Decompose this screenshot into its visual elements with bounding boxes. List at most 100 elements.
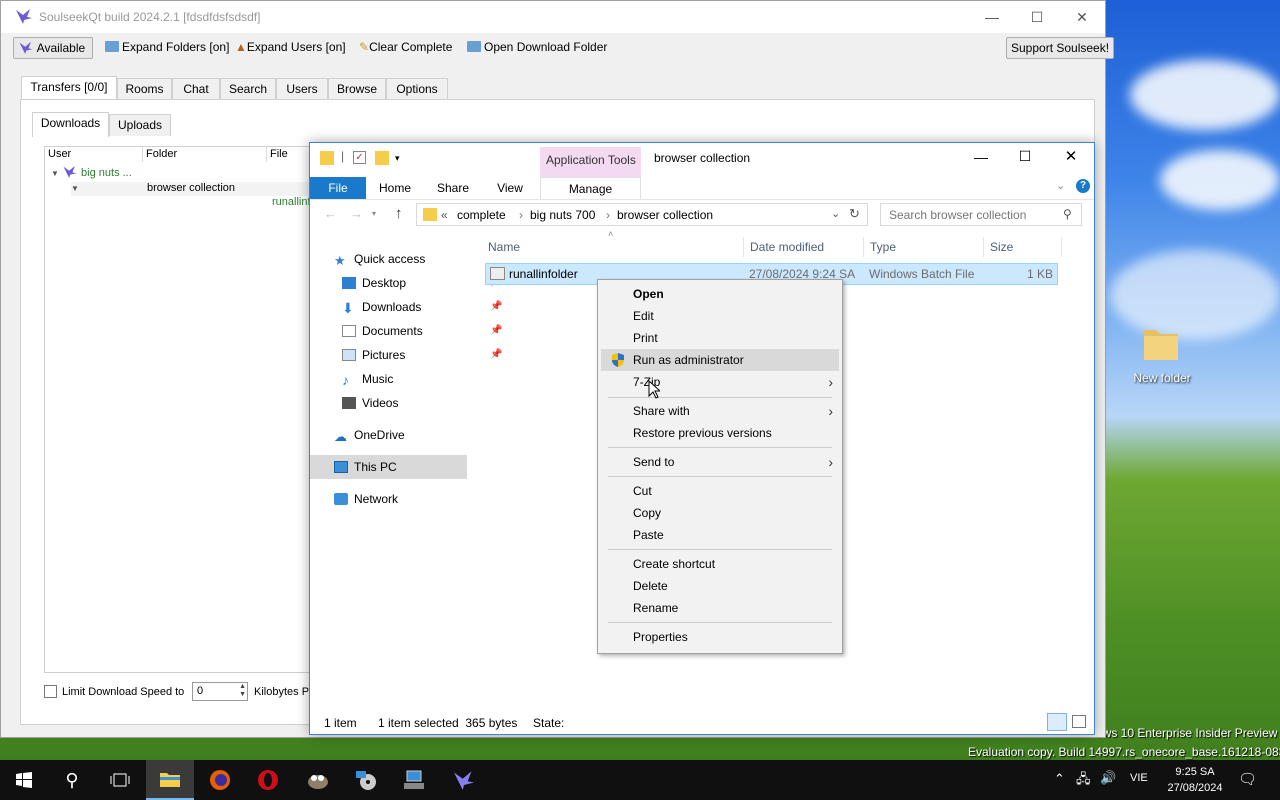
menu-item-edit[interactable]: Edit <box>601 305 839 327</box>
desktop-folder-label[interactable]: New folder <box>1124 371 1200 385</box>
forward-arrow-icon[interactable]: → <box>350 206 363 221</box>
open-download-folder-button[interactable]: Open Download Folder <box>463 37 611 59</box>
close-button[interactable]: ✕ <box>1056 147 1086 165</box>
clock[interactable]: 9:25 SA 27/08/2024 <box>1158 764 1232 796</box>
ribbon-tab-file[interactable]: File <box>310 177 366 199</box>
new-folder-icon[interactable] <box>375 151 389 165</box>
available-button[interactable]: Available <box>13 37 93 59</box>
menu-item-paste[interactable]: Paste <box>601 524 839 546</box>
menu-item-share-with[interactable]: Share with › <box>601 400 839 422</box>
nav-documents[interactable]: Documents 📌 <box>342 319 502 343</box>
nav-quick-access[interactable]: ★ Quick access <box>334 247 494 271</box>
opera-icon[interactable] <box>244 760 292 800</box>
tab-users[interactable]: Users <box>276 78 328 100</box>
tree-user-row[interactable]: ▼ big nuts ... <box>51 165 132 179</box>
details-view-icon[interactable] <box>1047 713 1067 731</box>
search-box[interactable]: Search browser collection ⚲ <box>880 203 1082 226</box>
menu-item-copy[interactable]: Copy <box>601 502 839 524</box>
tree-folder-row[interactable]: ▼ browser collection <box>71 182 311 196</box>
volume-icon[interactable]: 🔊 <box>1100 770 1116 786</box>
search-icon[interactable]: ⚲ <box>48 760 96 800</box>
limit-speed-checkbox[interactable] <box>44 685 57 698</box>
nav-music[interactable]: ♪ Music <box>342 367 502 391</box>
column-size[interactable]: Size <box>984 237 1062 257</box>
tab-downloads[interactable]: Downloads <box>32 112 109 137</box>
ribbon-tab-manage[interactable]: Manage <box>540 177 641 199</box>
tab-uploads[interactable]: Uploads <box>109 114 171 136</box>
qat-dropdown-icon[interactable]: ▾ <box>395 153 400 164</box>
expand-folders-button[interactable]: Expand Folders [on] <box>101 37 233 59</box>
search-icon[interactable]: ⚲ <box>1063 207 1072 221</box>
file-explorer-taskbar-icon[interactable] <box>146 760 194 800</box>
tab-transfers[interactable]: Transfers [0/0] <box>21 76 117 101</box>
column-date-modified[interactable]: Date modified <box>744 237 864 257</box>
large-icons-view-icon[interactable] <box>1072 715 1086 728</box>
menu-item-7zip[interactable]: 7-Zip › <box>601 371 839 393</box>
column-user[interactable]: User <box>45 147 143 162</box>
up-arrow-icon[interactable]: ↑ <box>395 205 403 222</box>
tab-browse[interactable]: Browse <box>328 78 386 100</box>
menu-item-open[interactable]: Open <box>601 283 839 305</box>
nav-pictures[interactable]: Pictures 📌 <box>342 343 502 367</box>
show-hidden-icons-icon[interactable]: ⌃ <box>1054 771 1065 787</box>
input-language[interactable]: VIE <box>1130 772 1148 784</box>
network-status-icon[interactable]: 🖧 <box>1076 770 1091 792</box>
menu-item-restore-previous-versions[interactable]: Restore previous versions <box>601 422 839 444</box>
minimize-button[interactable]: — <box>966 149 996 165</box>
soulseek-taskbar-icon[interactable] <box>440 760 488 800</box>
desktop-folder-icon[interactable] <box>1142 322 1180 362</box>
nav-onedrive[interactable]: ☁ OneDrive <box>334 423 494 447</box>
network-admin-icon[interactable] <box>390 760 438 800</box>
gimp-icon[interactable] <box>294 760 342 800</box>
soulseek-titlebar[interactable]: SoulseekQt build 2024.2.1 [fdsdfdsfsdsdf… <box>1 1 1105 33</box>
ribbon-expand-icon[interactable]: ⌄ <box>1056 179 1065 192</box>
ribbon-tab-share[interactable]: Share <box>428 177 478 199</box>
tab-options[interactable]: Options <box>386 78 448 100</box>
task-view-icon[interactable] <box>96 760 144 800</box>
tab-chat[interactable]: Chat <box>172 78 220 100</box>
firefox-icon[interactable] <box>196 760 244 800</box>
menu-item-properties[interactable]: Properties <box>601 626 839 648</box>
nav-desktop[interactable]: Desktop📌 <box>342 271 502 295</box>
nav-network[interactable]: Network <box>334 487 494 511</box>
support-button[interactable]: Support Soulseek! <box>1006 37 1115 59</box>
column-type[interactable]: Type <box>864 237 984 257</box>
expand-users-button[interactable]: ▲Expand Users [on] <box>231 37 350 59</box>
recent-dropdown-icon[interactable]: ▾ <box>372 209 376 218</box>
notification-center-icon[interactable]: 🗨 <box>1238 770 1257 788</box>
address-dropdown-icon[interactable]: ⌄ <box>831 207 840 220</box>
nav-this-pc[interactable]: This PC <box>310 455 467 479</box>
column-name[interactable]: Name <box>482 237 744 257</box>
ribbon-tab-home[interactable]: Home <box>370 177 420 199</box>
clear-complete-button[interactable]: ✎Clear Complete <box>355 37 456 59</box>
path-segment-browser-collection[interactable]: browser collection <box>617 208 713 222</box>
maximize-button[interactable]: ☐ <box>1010 148 1040 165</box>
close-button[interactable]: ✕ <box>1059 1 1105 33</box>
tree-file-label[interactable]: runallinf <box>272 196 311 208</box>
menu-item-cut[interactable]: Cut <box>601 480 839 502</box>
spin-arrows-icon[interactable]: ▲ ▼ <box>239 683 246 699</box>
column-file[interactable]: File <box>267 147 311 162</box>
nav-downloads[interactable]: ⬇ Downloads 📌 <box>342 295 502 319</box>
path-segment-complete[interactable]: complete <box>457 208 506 222</box>
menu-item-run-as-administrator[interactable]: Run as administrator <box>601 349 839 371</box>
path-overflow[interactable]: « <box>441 208 448 222</box>
disc-burner-icon[interactable] <box>342 760 390 800</box>
tab-search[interactable]: Search <box>220 78 276 100</box>
maximize-button[interactable]: ☐ <box>1014 1 1060 33</box>
column-folder[interactable]: Folder <box>143 147 267 162</box>
limit-speed-input[interactable]: 0 ▲ ▼ <box>192 682 248 701</box>
minimize-button[interactable]: — <box>969 1 1015 33</box>
help-icon[interactable]: ? <box>1076 179 1090 193</box>
start-windows-icon[interactable] <box>0 760 48 800</box>
menu-item-create-shortcut[interactable]: Create shortcut <box>601 553 839 575</box>
menu-item-send-to[interactable]: Send to › <box>601 451 839 473</box>
properties-check-icon[interactable]: ✓ <box>353 151 366 164</box>
menu-item-rename[interactable]: Rename <box>601 597 839 619</box>
menu-item-delete[interactable]: Delete <box>601 575 839 597</box>
path-segment-big-nuts[interactable]: big nuts 700 <box>530 208 595 222</box>
ribbon-tab-view[interactable]: View <box>485 177 535 199</box>
back-arrow-icon[interactable]: ← <box>324 206 337 221</box>
tab-rooms[interactable]: Rooms <box>117 78 172 100</box>
nav-videos[interactable]: Videos <box>342 391 502 415</box>
